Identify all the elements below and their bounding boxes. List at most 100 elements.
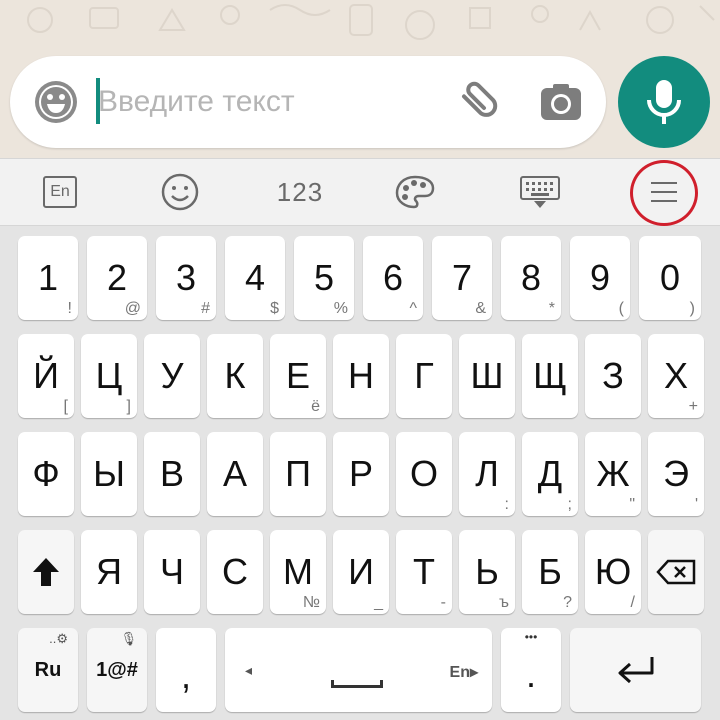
key-sub: + [688, 398, 698, 415]
keyboard-toolbar: En 123 [0, 158, 720, 226]
message-input[interactable]: Введите текст [98, 82, 295, 122]
space-language-label: En▸ [449, 664, 478, 681]
space-icon [331, 680, 383, 688]
enter-key[interactable] [570, 628, 701, 712]
key-4[interactable]: 4 $ [225, 236, 285, 320]
message-input-bar: Введите текст [10, 56, 606, 148]
key-sub: $ [270, 300, 279, 317]
key-letter[interactable]: К [207, 334, 263, 418]
shift-icon [18, 530, 74, 614]
language-toggle[interactable]: En [20, 159, 100, 225]
key-letter[interactable]: А [207, 432, 263, 516]
key-sub: " [629, 496, 635, 513]
key-main: Н [348, 355, 374, 396]
key-letter[interactable]: Я [81, 530, 137, 614]
key-sub: # [201, 300, 210, 317]
key-letter[interactable]: П [270, 432, 326, 516]
key-sub: ] [126, 398, 131, 415]
key-main: К [224, 355, 246, 396]
key-letter[interactable]: В [144, 432, 200, 516]
key-letter[interactable]: Ч [144, 530, 200, 614]
key-main: У [160, 355, 184, 396]
space-key[interactable]: ◂ En▸ [225, 628, 492, 712]
key-letter[interactable]: Ы [81, 432, 137, 516]
key-9[interactable]: 9( [570, 236, 630, 320]
hide-keyboard-icon[interactable] [500, 159, 580, 225]
emoji-keyboard-icon[interactable] [140, 159, 220, 225]
symbols-key[interactable]: 🎙 1@# [87, 628, 147, 712]
key-sub: / [630, 594, 635, 611]
key-main: А [222, 453, 247, 494]
language-label: En [43, 176, 77, 208]
palette-icon[interactable] [375, 159, 455, 225]
key-letter[interactable]: Д; [522, 432, 578, 516]
backspace-key[interactable] [648, 530, 704, 614]
camera-icon[interactable] [536, 78, 586, 128]
emoji-icon[interactable] [32, 78, 80, 126]
key-sub: @ [124, 300, 141, 317]
key-5[interactable]: 5% [294, 236, 354, 320]
key-main: П [285, 453, 311, 494]
key-letter[interactable]: Её [270, 334, 326, 418]
key-letter[interactable]: Х + [648, 334, 704, 418]
key-letter[interactable]: Г [396, 334, 452, 418]
comma-key[interactable]: , [156, 628, 216, 712]
numbers-toggle[interactable]: 123 [260, 159, 340, 225]
key-0[interactable]: 0) [639, 236, 701, 320]
key-main: Ч [160, 551, 184, 592]
key-letter[interactable]: Ж " [585, 432, 641, 516]
key-sub: % [333, 300, 348, 317]
key-letter[interactable]: Ш [459, 334, 515, 418]
key-7[interactable]: 7 & [432, 236, 492, 320]
key-letter[interactable]: Щ [522, 334, 578, 418]
key-sub: ) [689, 300, 695, 317]
shift-key[interactable] [18, 530, 74, 614]
key-letter[interactable]: Т- [396, 530, 452, 614]
key-sub: ; [567, 496, 572, 513]
space-left-arrow: ◂ [245, 662, 253, 678]
key-main: Щ [533, 355, 567, 396]
key-letter[interactable]: У [144, 334, 200, 418]
microphone-button[interactable] [618, 56, 710, 148]
key-sub: * [548, 300, 555, 317]
microphone-icon [647, 80, 681, 124]
key-main: Ы [93, 453, 125, 494]
key-letter[interactable]: С [207, 530, 263, 614]
key-main: В [159, 453, 184, 494]
key-3[interactable]: 3 # [156, 236, 216, 320]
key-letter[interactable]: Р [333, 432, 389, 516]
keyboard: 1! 2 @ 3 # 4 $ 5% 6 ^ 7 & 8 * 9( 0) Й[ Ц] У К … [0, 226, 720, 720]
key-sub: ъ [499, 594, 509, 611]
key-letter[interactable]: Б? [522, 530, 578, 614]
key-1[interactable]: 1! [18, 236, 78, 320]
key-sub: ' [694, 496, 698, 513]
paperclip-icon[interactable] [450, 78, 500, 128]
period-key[interactable]: ••• . [501, 628, 561, 712]
key-letter[interactable]: Э ' [648, 432, 704, 516]
key-main: З [602, 355, 624, 396]
key-letter[interactable]: О [396, 432, 452, 516]
key-letter[interactable]: Л: [459, 432, 515, 516]
key-sub: _ [374, 594, 383, 611]
key-letter[interactable]: Ю / [585, 530, 641, 614]
key-6[interactable]: 6 ^ [363, 236, 423, 320]
key-letter[interactable]: М № [270, 530, 326, 614]
key-letter[interactable]: И _ [333, 530, 389, 614]
key-sub: ! [67, 300, 72, 317]
key-letter[interactable]: Ьъ [459, 530, 515, 614]
key-8[interactable]: 8 * [501, 236, 561, 320]
key-letter[interactable]: Н [333, 334, 389, 418]
enter-icon [570, 628, 701, 712]
key-sub: ? [563, 594, 572, 611]
key-sub: ^ [409, 300, 417, 317]
key-2[interactable]: 2 @ [87, 236, 147, 320]
language-key[interactable]: ..⚙ Ru [18, 628, 78, 712]
key-letter[interactable]: Ф [18, 432, 74, 516]
key-letter[interactable]: Й[ [18, 334, 74, 418]
backspace-icon [648, 530, 704, 614]
key-letter[interactable]: Ц] [81, 334, 137, 418]
key-main: О [409, 453, 438, 494]
key-main: Р [348, 453, 373, 494]
highlight-circle [630, 160, 698, 226]
key-letter[interactable]: З [585, 334, 641, 418]
